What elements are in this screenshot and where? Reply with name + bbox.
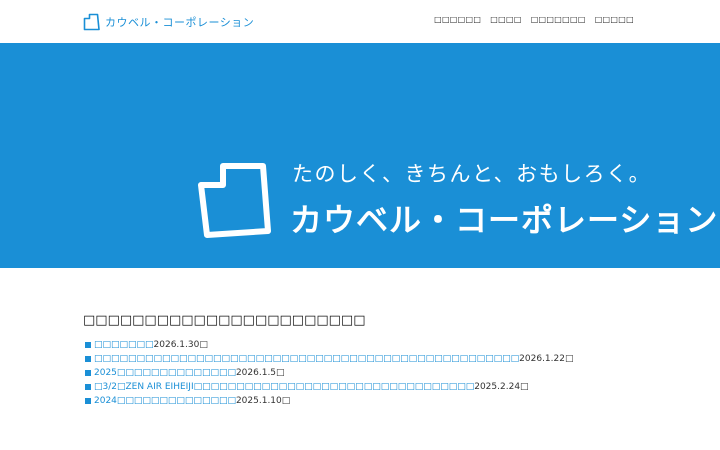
news-date: 2025.2.24□ (474, 382, 529, 392)
logo-text: カウベル・コーポレーション (105, 16, 255, 29)
hero-tagline: たのしく、きちんと、おもしろく。 (292, 162, 652, 186)
news-link[interactable]: □3/2□ZEN AIR EIHEIJI□□□□□□□□□□□□□□□□□□□□… (94, 382, 474, 392)
news-item: □□□□□□□ 2026.1.30□ (83, 338, 643, 352)
news-link[interactable]: 2025□□□□□□□□□□□□□□ (94, 368, 236, 378)
nav-item-3[interactable]: □□□□□□□ (531, 15, 586, 24)
news-link[interactable]: □□□□□□□□□□□□□□□□□□□□□□□□□□□□□□□□□□□□□□□□… (94, 354, 519, 364)
site-header: カウベル・コーポレーション □□□□□□ □□□□ □□□□□□□ □□□□□ (0, 0, 720, 43)
news-link[interactable]: 2024□□□□□□□□□□□□□□ (94, 396, 236, 406)
news-item: 2024□□□□□□□□□□□□□□ 2025.1.10□ (83, 394, 643, 408)
news-item: 2025□□□□□□□□□□□□□□ 2026.1.5□ (83, 366, 643, 380)
nav-item-2[interactable]: □□□□ (490, 15, 521, 24)
main-nav: □□□□□□ □□□□ □□□□□□□ □□□□□ (434, 15, 634, 24)
bullet-icon (85, 370, 91, 376)
news-date: 2026.1.22□ (519, 354, 574, 364)
news-item: □□□□□□□□□□□□□□□□□□□□□□□□□□□□□□□□□□□□□□□□… (83, 352, 643, 366)
news-date: 2025.1.10□ (235, 396, 291, 406)
bullet-icon (85, 342, 91, 348)
news-item: □3/2□ZEN AIR EIHEIJI□□□□□□□□□□□□□□□□□□□□… (83, 380, 643, 394)
news-date: 2026.1.30□ (153, 340, 208, 350)
news-list: □□□□□□□ 2026.1.30□ □□□□□□□□□□□□□□□□□□□□□… (83, 338, 643, 408)
hero-banner: たのしく、きちんと、おもしろく。 カウベル・コーポレーション (0, 43, 720, 268)
bullet-icon (85, 398, 91, 404)
news-title: □□□□□□□□□□□□□□□□□□□□□□□ (83, 313, 366, 328)
bullet-icon (85, 384, 91, 390)
nav-item-1[interactable]: □□□□□□ (434, 15, 481, 24)
hero-logo-mark-icon (198, 163, 271, 238)
news-link[interactable]: □□□□□□□ (94, 340, 154, 350)
nav-item-4[interactable]: □□□□□ (595, 15, 634, 24)
news-section: □□□□□□□□□□□□□□□□□□□□□□□ □□□□□□□ 2026.1.3… (83, 313, 643, 408)
logo-mark-icon (83, 13, 100, 31)
bullet-icon (85, 356, 91, 362)
news-date: 2026.1.5□ (235, 368, 285, 378)
site-logo[interactable]: カウベル・コーポレーション (83, 11, 254, 33)
hero-company-name: カウベル・コーポレーション (290, 201, 719, 239)
